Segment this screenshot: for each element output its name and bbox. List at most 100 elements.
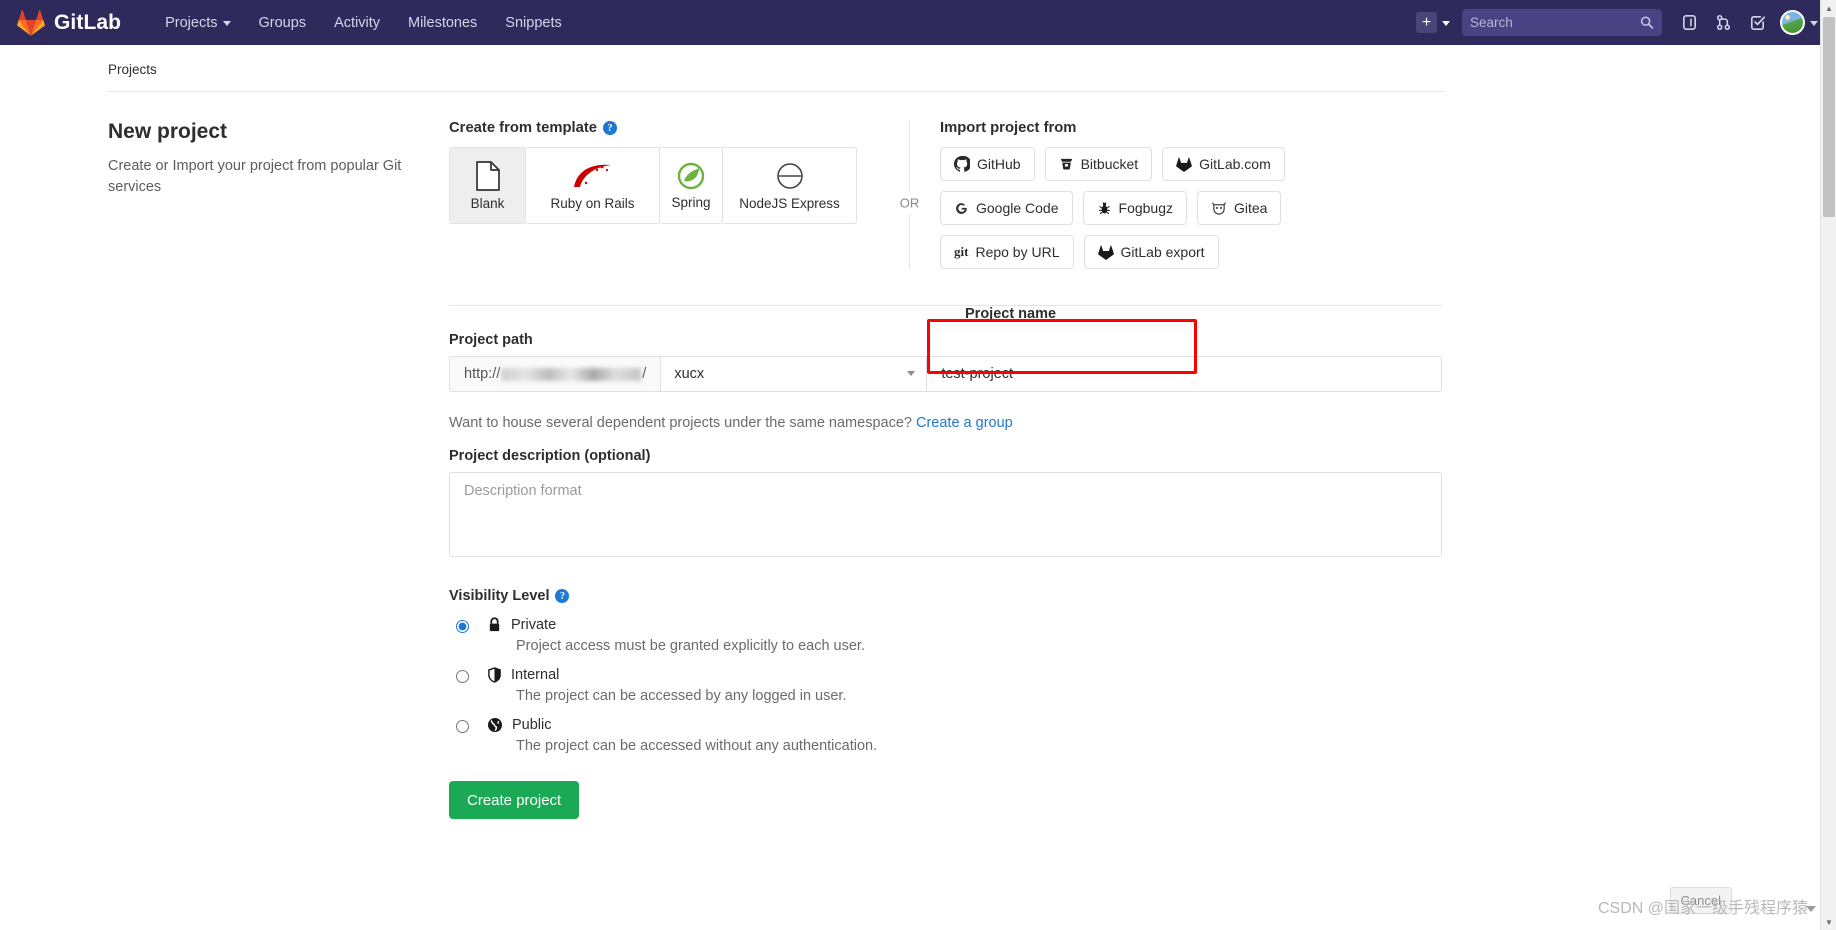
namespace-select-wrap[interactable]: xucx (660, 356, 928, 392)
brand-home-link[interactable]: GitLab (17, 9, 121, 36)
navbar-right-actions: + (1412, 0, 1818, 45)
page-content: New project Create or Import your projec… (0, 92, 1836, 819)
template-blank[interactable]: Blank (449, 147, 526, 224)
create-a-group-link[interactable]: Create a group (916, 415, 1013, 431)
chevron-down-icon (1442, 21, 1450, 26)
nav-item-groups[interactable]: Groups (245, 4, 321, 42)
import-project-label: Import project from (940, 120, 1077, 136)
create-from-template-title: Create from template ? (449, 120, 879, 136)
top-navbar: GitLab Projects Groups Activity Mileston… (0, 0, 1836, 45)
nav-item-activity-label: Activity (334, 14, 380, 31)
import-gitea-label: Gitea (1234, 200, 1268, 216)
scroll-down-arrow-icon[interactable]: ▼ (1821, 914, 1836, 930)
express-icon (776, 162, 803, 189)
import-buttons: GitHub Bitbucket GitLab.com Google Code … (940, 147, 1405, 269)
import-github-button[interactable]: GitHub (940, 147, 1035, 181)
import-gitlab-export-button[interactable]: GitLab export (1083, 235, 1219, 269)
import-bitbucket-button[interactable]: Bitbucket (1044, 147, 1153, 181)
help-icon[interactable]: ? (555, 589, 570, 603)
template-ruby-on-rails[interactable]: Ruby on Rails (525, 147, 660, 224)
primary-nav: Projects Groups Activity Milestones Snip… (151, 4, 576, 42)
nav-item-activity[interactable]: Activity (320, 4, 394, 42)
bitbucket-icon (1060, 158, 1072, 169)
scroll-up-arrow-icon[interactable]: ▲ (1821, 0, 1836, 16)
or-label: OR (895, 191, 924, 215)
import-gitea-button[interactable]: Gitea (1197, 191, 1282, 225)
namespace-select[interactable]: xucx (660, 356, 928, 392)
import-repo-by-url-button[interactable]: git Repo by URL (940, 235, 1074, 269)
import-fogbugz-button[interactable]: Fogbugz (1082, 191, 1187, 225)
fogbugz-bug-icon (1098, 201, 1110, 214)
import-gitlab-export-label: GitLab export (1120, 244, 1205, 260)
template-nodejs-express[interactable]: NodeJS Express (722, 147, 857, 224)
search-box[interactable] (1462, 9, 1662, 36)
template-spring[interactable]: Spring (659, 147, 723, 224)
nav-item-milestones[interactable]: Milestones (394, 4, 491, 42)
visibility-option-internal[interactable]: Internal The project can be accessed by … (449, 667, 1444, 704)
shield-icon (488, 667, 501, 683)
visibility-radio-internal[interactable] (456, 670, 469, 683)
gitlab-icon (1097, 244, 1114, 260)
visibility-internal-name: Internal (511, 667, 560, 683)
git-text-icon: git (954, 244, 969, 259)
user-menu[interactable] (1774, 10, 1818, 35)
nav-item-snippets-label: Snippets (505, 14, 562, 31)
import-repo-by-url-label: Repo by URL (975, 244, 1060, 260)
todos-icon[interactable] (1740, 0, 1774, 45)
plus-icon: + (1416, 12, 1437, 33)
import-project-section: Import project from GitHub Bitbucket Git… (940, 120, 1444, 269)
project-path-label: Project path (449, 332, 533, 348)
brand-title: GitLab (54, 10, 122, 34)
path-scheme: http:// (464, 366, 501, 382)
create-project-button[interactable]: Create project (449, 781, 580, 819)
chevron-down-icon (1810, 21, 1818, 26)
visibility-level-title: Visibility Level ? (449, 588, 1444, 604)
search-icon[interactable] (1640, 15, 1654, 30)
rails-icon (573, 164, 611, 187)
visibility-option-private[interactable]: Private Project access must be granted e… (449, 617, 1444, 654)
project-name-input[interactable] (927, 356, 1442, 392)
template-rails-label: Ruby on Rails (550, 195, 635, 211)
issues-icon[interactable] (1672, 0, 1706, 45)
project-description-textarea[interactable] (449, 472, 1442, 557)
new-item-dropdown[interactable]: + (1412, 7, 1456, 38)
template-list: Blank Ruby on Rails Spring NodeJS Expres… (449, 147, 879, 224)
chevron-down-icon (222, 21, 231, 26)
import-fogbugz-label: Fogbugz (1118, 200, 1173, 216)
scrollbar-thumb[interactable] (1823, 17, 1835, 217)
tooltip-caret-icon (1806, 906, 1816, 912)
import-gitlab-com-button[interactable]: GitLab.com (1162, 147, 1285, 181)
create-from-template-section: Create from template ? Blank Ruby on Rai… (449, 120, 879, 269)
github-icon (954, 156, 970, 172)
help-icon[interactable]: ? (603, 121, 618, 135)
visibility-private-name: Private (511, 617, 557, 633)
visibility-option-public[interactable]: Public The project can be accessed witho… (449, 717, 1444, 754)
page-title: New project (108, 120, 228, 143)
page-scrollbar[interactable]: ▲ ▼ (1820, 0, 1836, 930)
import-google-code-label: Google Code (976, 200, 1059, 216)
visibility-radio-public[interactable] (456, 720, 469, 733)
import-project-title: Import project from (940, 120, 1444, 136)
search-input[interactable] (1470, 15, 1641, 30)
nav-item-snippets[interactable]: Snippets (491, 4, 575, 42)
gitlab-fox-logo (17, 10, 45, 36)
create-from-template-label: Create from template (449, 120, 598, 136)
globe-icon (488, 718, 502, 732)
nav-item-groups-label: Groups (258, 14, 307, 31)
template-and-import-row: Create from template ? Blank Ruby on Rai… (449, 120, 1444, 269)
page-subtitle: Create or Import your project from popul… (108, 158, 402, 196)
merge-requests-icon[interactable] (1706, 0, 1740, 45)
template-express-label: NodeJS Express (739, 195, 840, 211)
project-path-row: http:// / xucx (449, 356, 1442, 392)
lock-icon (489, 617, 500, 632)
nav-item-projects[interactable]: Projects (151, 4, 244, 42)
namespace-hint: Want to house several dependent projects… (449, 415, 1444, 431)
visibility-public-description: The project can be accessed without any … (516, 738, 878, 754)
new-project-form-column: Create from template ? Blank Ruby on Rai… (449, 120, 1444, 819)
import-gitlab-com-label: GitLab.com (1199, 156, 1271, 172)
breadcrumb-item-projects[interactable]: Projects (108, 62, 157, 77)
visibility-radio-private[interactable] (456, 620, 469, 633)
project-name-label: Project name (965, 306, 1057, 322)
page-intro: New project Create or Import your projec… (108, 120, 449, 819)
import-google-code-button[interactable]: Google Code (940, 191, 1073, 225)
